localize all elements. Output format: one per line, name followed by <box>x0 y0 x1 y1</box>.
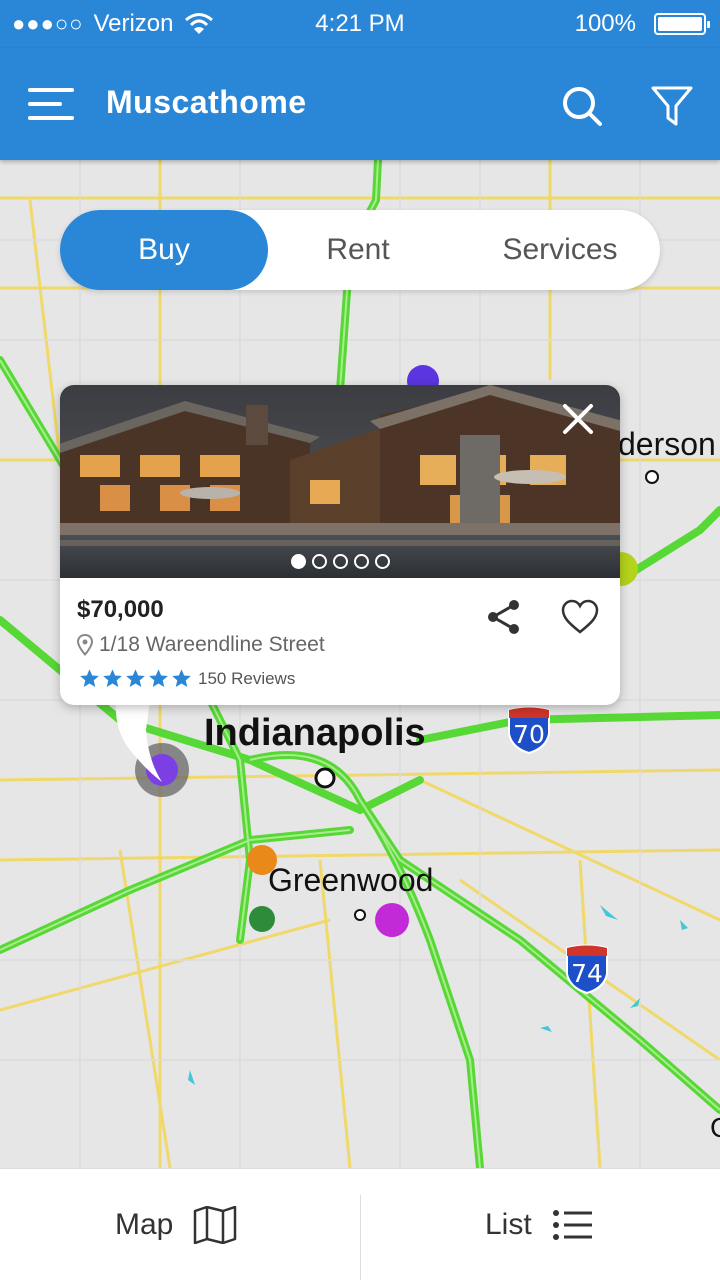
battery-icon <box>654 13 710 35</box>
listing-photo[interactable] <box>60 385 620 578</box>
listing-card[interactable]: $70,000 1/18 Wareendline Street 150 Revi… <box>60 385 620 705</box>
city-label-indianapolis: Indianapolis <box>204 712 426 754</box>
popup-pointer <box>115 700 162 782</box>
map-pin-green[interactable] <box>248 905 276 933</box>
listing-price: $70,000 <box>77 596 164 623</box>
star-icon <box>126 669 145 687</box>
status-bar: ●●●○○ Verizon 4:21 PM 100% <box>0 0 720 48</box>
listing-address: 1/18 Wareendline Street <box>77 633 325 657</box>
city-label-greenwood: Greenwood <box>268 862 434 898</box>
star-icon <box>172 669 191 687</box>
segment-rent[interactable]: Rent <box>288 210 428 290</box>
location-pin-icon <box>77 634 93 656</box>
listing-address-text: 1/18 Wareendline Street <box>99 633 325 656</box>
interstate-70-label: 70 <box>513 720 545 749</box>
search-icon[interactable] <box>560 84 604 128</box>
app-bar: Muscathome <box>0 48 720 160</box>
review-count[interactable]: 150 Reviews <box>198 669 295 689</box>
map-pin-magenta[interactable] <box>374 902 410 938</box>
segment-buy[interactable]: Buy <box>60 210 268 290</box>
star-icon <box>103 669 122 687</box>
menu-icon[interactable] <box>28 86 76 122</box>
tab-map[interactable]: Map <box>115 1169 237 1280</box>
interstate-74-label: 74 <box>571 959 603 988</box>
pager-dot[interactable] <box>353 554 369 569</box>
pager-dot[interactable] <box>332 554 348 569</box>
battery-status: 100% <box>574 10 710 38</box>
pager-dot[interactable] <box>290 554 306 569</box>
photo-pager[interactable] <box>60 554 620 569</box>
app-title: Muscathome <box>106 84 307 120</box>
tab-list[interactable]: List <box>485 1169 594 1280</box>
share-icon[interactable] <box>484 597 524 637</box>
battery-percentage: 100% <box>574 10 636 37</box>
star-icon <box>80 669 99 687</box>
tab-map-label: Map <box>115 1208 174 1241</box>
pager-dot[interactable] <box>311 554 327 569</box>
filter-icon[interactable] <box>650 84 694 128</box>
tab-list-label: List <box>485 1208 532 1241</box>
list-icon <box>552 1210 592 1240</box>
listing-type-selector: Buy Rent Services <box>60 210 660 290</box>
bottom-nav: Map List <box>0 1168 720 1280</box>
nav-divider <box>360 1195 361 1280</box>
heart-icon[interactable] <box>560 597 600 637</box>
star-icon <box>149 669 168 687</box>
city-label-partial: derson <box>618 426 716 462</box>
close-icon[interactable] <box>560 401 596 437</box>
segment-services[interactable]: Services <box>470 210 650 290</box>
map-icon <box>194 1206 237 1244</box>
pager-dot[interactable] <box>374 554 390 569</box>
listing-rating: 150 Reviews <box>79 668 295 689</box>
map-edge-glyph: G <box>710 1112 720 1144</box>
